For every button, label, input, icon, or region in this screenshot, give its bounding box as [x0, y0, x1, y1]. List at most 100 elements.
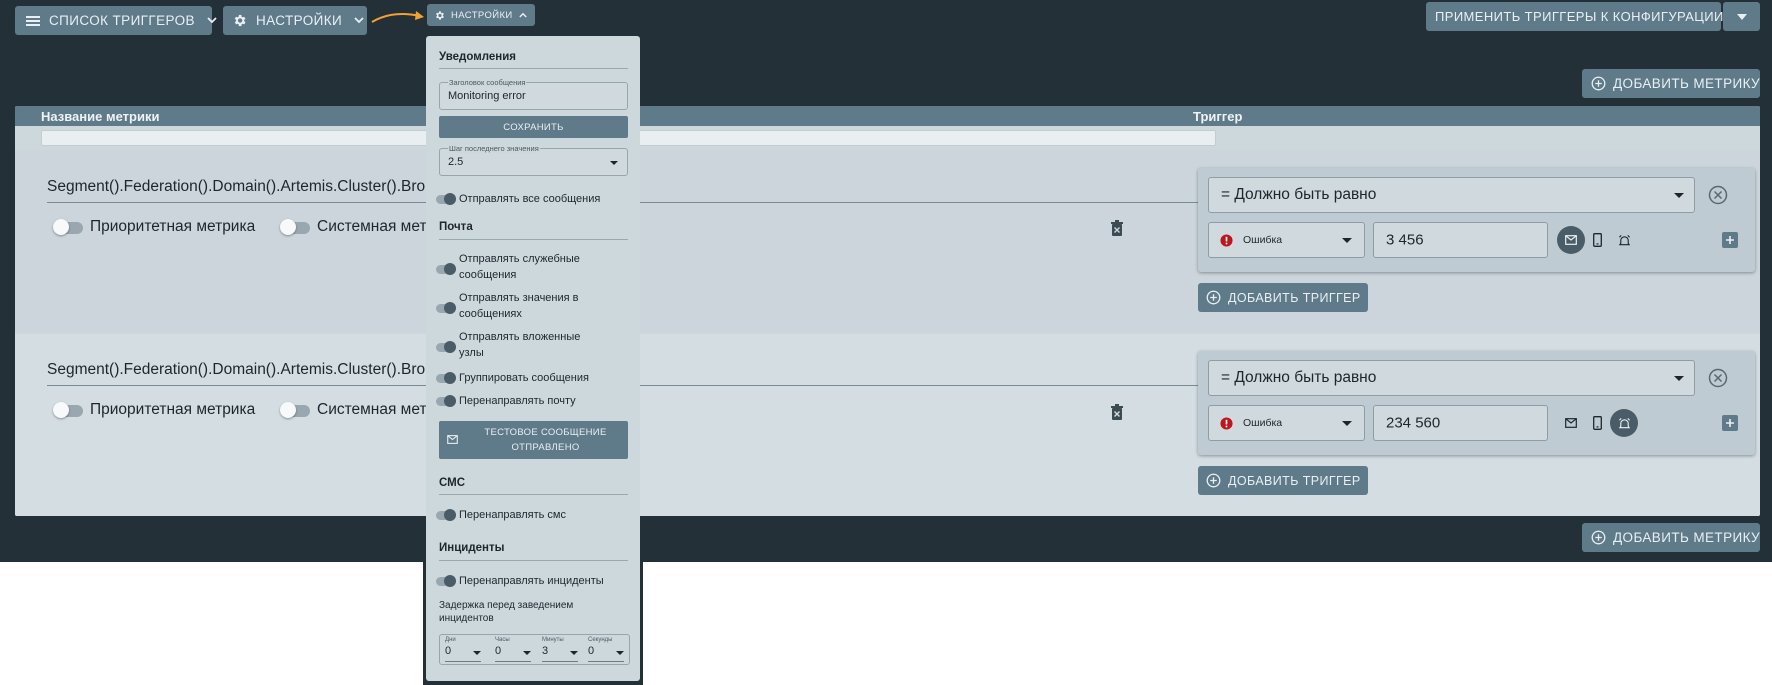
send-all-toggle[interactable] [436, 193, 456, 205]
delay-label-1: Задержка перед заведением [439, 600, 574, 611]
priority-metric-toggle[interactable] [53, 402, 83, 418]
incidents-redirect-toggle[interactable] [436, 575, 456, 587]
incidents-heading: Инциденты [439, 542, 505, 554]
mail-heading: Почта [439, 221, 473, 233]
sms-redirect-label: Перенаправлять смс [459, 509, 566, 521]
add-metric-label: ДОБАВИТЬ МЕТРИКУ [1613, 530, 1760, 545]
system-metric-label: Системная мет [317, 401, 427, 418]
condition-value: = Должно быть равно [1221, 369, 1377, 386]
settings-button-open[interactable]: НАСТРОЙКИ [427, 4, 535, 26]
email-icon [1565, 235, 1577, 245]
apply-triggers-label: ПРИМЕНИТЬ ТРИГГЕРЫ К КОНФИГУРАЦИИ [1435, 9, 1724, 24]
condition-select[interactable]: = Должно быть равно [1208, 360, 1695, 396]
trigger-list-button[interactable]: СПИСОК ТРИГГЕРОВ [15, 6, 217, 35]
hours-label: Часы [495, 637, 510, 643]
save-button[interactable]: СОХРАНИТЬ [439, 116, 628, 138]
email-icon [1565, 418, 1577, 428]
step-field-value: 2.5 [448, 156, 464, 168]
caret-down-icon [1674, 193, 1684, 198]
severity-select[interactable]: Ошибка [1208, 222, 1365, 258]
trigger-card: = Должно быть равно Ошибка 3 456 [1198, 168, 1755, 272]
delete-icon[interactable] [1110, 404, 1124, 420]
trigger-value-input[interactable]: 3 456 [1373, 222, 1548, 258]
divider [439, 494, 628, 495]
sms-redirect-toggle[interactable] [436, 509, 456, 521]
email-channel-button[interactable] [1561, 413, 1581, 433]
mail-redirect-toggle[interactable] [436, 395, 456, 407]
divider [439, 560, 628, 561]
add-circle-icon [1591, 530, 1606, 545]
seconds-select[interactable]: Секунды 0 [588, 635, 628, 665]
mail-group-label: Группировать сообщения [459, 372, 589, 384]
system-metric-toggle[interactable] [280, 219, 310, 235]
priority-metric-label: Приоритетная метрика [90, 218, 256, 235]
caret-down-icon [1674, 376, 1684, 381]
minutes-select[interactable]: Минуты 3 [542, 635, 582, 665]
subject-field-value: Monitoring error [448, 90, 526, 102]
add-condition-button[interactable] [1722, 415, 1738, 431]
severity-select[interactable]: Ошибка [1208, 405, 1365, 441]
add-metric-button-bottom[interactable]: ДОБАВИТЬ МЕТРИКУ [1582, 523, 1760, 552]
remove-trigger-icon[interactable] [1708, 185, 1728, 205]
condition-value: = Должно быть равно [1221, 186, 1377, 203]
mail-service-toggle[interactable] [436, 263, 456, 275]
add-circle-icon [1206, 290, 1221, 305]
mail-nested-toggle[interactable] [436, 341, 456, 353]
email-channel-button[interactable] [1557, 226, 1585, 254]
mail-values-toggle[interactable] [436, 302, 456, 314]
metric-name: Segment().Federation().Domain().Artemis.… [47, 178, 426, 195]
priority-metric-label: Приоритетная метрика [90, 401, 256, 418]
step-select[interactable]: Шаг последнего значения 2.5 [439, 144, 628, 176]
apply-triggers-dropdown-button[interactable] [1723, 2, 1760, 31]
incidents-redirect-label: Перенаправлять инциденты [459, 575, 604, 587]
add-condition-button[interactable] [1722, 232, 1738, 248]
trigger-list-label: СПИСОК ТРИГГЕРОВ [49, 13, 195, 28]
metrics-table: Название метрики Триггер Segment().Feder… [15, 106, 1760, 516]
add-trigger-label: ДОБАВИТЬ ТРИГГЕР [1228, 290, 1361, 305]
step-field-label: Шаг последнего значения [448, 144, 540, 153]
email-icon [447, 435, 458, 444]
gear-icon [436, 10, 444, 20]
metric-name: Segment().Federation().Domain().Artemis.… [47, 361, 426, 378]
seconds-value: 0 [588, 645, 595, 657]
test-message-button[interactable]: ТЕСТОВОЕ СООБЩЕНИЕ ОТПРАВЛЕНО [439, 421, 628, 459]
caret-down-icon [616, 651, 624, 655]
hours-select[interactable]: Часы 0 [495, 635, 535, 665]
chevron-up-icon [518, 12, 527, 18]
settings-label: НАСТРОЙКИ [256, 13, 343, 28]
delay-label-2: инцидентов [439, 613, 494, 624]
system-metric-toggle[interactable] [280, 402, 310, 418]
alarm-icon [1618, 234, 1630, 245]
error-icon [1220, 417, 1233, 430]
trigger-value-input[interactable]: 234 560 [1373, 405, 1548, 441]
test-message-label-2: ОТПРАВЛЕНО [511, 442, 580, 453]
pointer-arrow-icon [371, 11, 424, 23]
add-metric-button-top[interactable]: ДОБАВИТЬ МЕТРИКУ [1582, 69, 1760, 98]
mail-group-toggle[interactable] [436, 372, 456, 384]
metric-row: Segment().Federation().Domain().Artemis.… [15, 150, 1760, 332]
column-header-trigger: Триггер [1193, 109, 1243, 124]
test-message-label-1: ТЕСТОВОЕ СООБЩЕНИЕ [484, 427, 607, 438]
caret-down-icon [1342, 421, 1352, 426]
incident-channel-button[interactable] [1610, 409, 1638, 437]
days-select[interactable]: Дни 0 [445, 635, 485, 665]
apply-triggers-button[interactable]: ПРИМЕНИТЬ ТРИГГЕРЫ К КОНФИГУРАЦИИ [1426, 2, 1724, 31]
settings-button[interactable]: НАСТРОЙКИ [223, 6, 367, 35]
delete-icon[interactable] [1110, 220, 1124, 236]
plus-icon [1726, 236, 1734, 244]
add-trigger-button[interactable]: ДОБАВИТЬ ТРИГГЕР [1198, 466, 1368, 495]
incident-channel-button[interactable] [1614, 230, 1634, 250]
caret-down-icon [473, 651, 481, 655]
add-trigger-button[interactable]: ДОБАВИТЬ ТРИГГЕР [1198, 283, 1368, 312]
priority-metric-toggle[interactable] [53, 219, 83, 235]
sms-channel-button[interactable] [1587, 230, 1607, 250]
mail-values-label-1: Отправлять значения в [459, 292, 579, 304]
metric-row: Segment().Federation().Domain().Artemis.… [15, 334, 1760, 516]
sms-channel-button[interactable] [1587, 413, 1607, 433]
subject-field[interactable]: Заголовок сообщения Monitoring error [439, 78, 628, 110]
trigger-value: 3 456 [1386, 231, 1424, 249]
condition-select[interactable]: = Должно быть равно [1208, 177, 1695, 213]
remove-trigger-icon[interactable] [1708, 368, 1728, 388]
notifications-heading: Уведомления [439, 51, 516, 63]
days-label: Дни [445, 637, 456, 643]
